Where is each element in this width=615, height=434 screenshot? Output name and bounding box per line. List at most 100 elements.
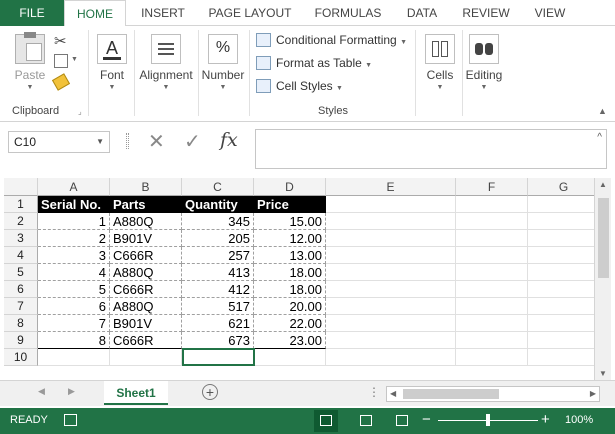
cell[interactable]	[528, 247, 594, 264]
cell[interactable]	[456, 213, 528, 230]
cell[interactable]	[326, 298, 456, 315]
column-header[interactable]: A	[38, 178, 110, 196]
dialog-launcher-icon[interactable]: ⌟	[78, 107, 82, 116]
paste-button[interactable]: Paste ▼	[10, 32, 50, 91]
cell[interactable]	[456, 247, 528, 264]
scroll-up-icon[interactable]: ▲	[599, 180, 607, 189]
table-cell[interactable]: A880Q	[110, 298, 182, 315]
cell[interactable]	[456, 230, 528, 247]
table-cell[interactable]: A880Q	[110, 264, 182, 281]
table-cell[interactable]: 5	[38, 281, 110, 298]
table-header-cell[interactable]: Parts	[110, 196, 182, 213]
zoom-slider-thumb[interactable]	[486, 414, 490, 426]
cell[interactable]	[528, 349, 594, 366]
table-cell[interactable]: 205	[182, 230, 254, 247]
formula-input[interactable]: ^	[255, 129, 607, 169]
cell[interactable]	[326, 315, 456, 332]
cell[interactable]	[326, 281, 456, 298]
scroll-right-icon[interactable]: ▶	[590, 389, 596, 398]
column-header[interactable]: E	[326, 178, 456, 196]
row-header[interactable]: 1	[4, 196, 38, 213]
tab-split-handle[interactable]: ⋮	[368, 385, 380, 399]
tab-review[interactable]: REVIEW	[452, 0, 520, 26]
table-cell[interactable]: 345	[182, 213, 254, 230]
scroll-down-icon[interactable]: ▼	[599, 369, 607, 378]
cells-button[interactable]: Cells ▼	[420, 34, 460, 91]
tab-file[interactable]: FILE	[0, 0, 64, 26]
cell[interactable]	[456, 332, 528, 349]
table-cell[interactable]: 4	[38, 264, 110, 281]
page-break-view-icon[interactable]	[396, 415, 408, 426]
table-cell[interactable]: 257	[182, 247, 254, 264]
tab-formulas[interactable]: FORMULAS	[304, 0, 392, 26]
cell[interactable]	[326, 349, 456, 366]
cell[interactable]	[254, 349, 326, 366]
tab-data[interactable]: DATA	[396, 0, 448, 26]
format-as-table-button[interactable]: Format as Table ▼	[256, 53, 372, 73]
row-header[interactable]: 10	[4, 349, 38, 366]
add-sheet-icon[interactable]: +	[202, 384, 218, 400]
cell[interactable]	[528, 213, 594, 230]
row-header[interactable]: 3	[4, 230, 38, 247]
cell[interactable]	[456, 196, 528, 213]
cell[interactable]	[456, 264, 528, 281]
table-cell[interactable]: 1	[38, 213, 110, 230]
table-cell[interactable]: 673	[182, 332, 254, 349]
table-cell[interactable]: 6	[38, 298, 110, 315]
next-sheet-icon[interactable]: ▶	[68, 386, 75, 397]
row-header[interactable]: 8	[4, 315, 38, 332]
cut-icon[interactable]: ✂	[54, 32, 67, 50]
cell[interactable]	[528, 230, 594, 247]
row-header[interactable]: 5	[4, 264, 38, 281]
zoom-slider[interactable]	[438, 414, 538, 426]
cell[interactable]	[326, 247, 456, 264]
normal-view-icon[interactable]	[314, 410, 338, 432]
horizontal-scrollbar[interactable]: ◀ ▶	[386, 386, 600, 402]
table-cell[interactable]: 412	[182, 281, 254, 298]
cell[interactable]	[326, 264, 456, 281]
table-cell[interactable]: C666R	[110, 281, 182, 298]
page-layout-view-icon[interactable]	[360, 415, 372, 426]
cell[interactable]	[528, 298, 594, 315]
table-cell[interactable]: 413	[182, 264, 254, 281]
cell[interactable]	[110, 349, 182, 366]
sheet-tab-sheet1[interactable]: Sheet1	[104, 381, 168, 405]
cell[interactable]	[528, 332, 594, 349]
number-button[interactable]: % Number ▼	[200, 34, 246, 91]
copy-dropdown-icon[interactable]: ▼	[71, 56, 78, 63]
table-cell[interactable]: 13.00	[254, 247, 326, 264]
tab-insert[interactable]: INSERT	[128, 0, 198, 26]
horizontal-scroll-thumb[interactable]	[403, 389, 499, 399]
table-cell[interactable]: 2	[38, 230, 110, 247]
table-cell[interactable]: 12.00	[254, 230, 326, 247]
cell[interactable]	[528, 281, 594, 298]
cell[interactable]	[456, 298, 528, 315]
table-cell[interactable]: 7	[38, 315, 110, 332]
row-header[interactable]: 6	[4, 281, 38, 298]
row-header[interactable]: 4	[4, 247, 38, 264]
zoom-in-icon[interactable]: +	[541, 411, 550, 428]
name-box[interactable]: C10 ▼	[8, 131, 110, 153]
table-cell[interactable]: 20.00	[254, 298, 326, 315]
cell-styles-button[interactable]: Cell Styles ▼	[256, 76, 343, 96]
zoom-out-icon[interactable]: −	[422, 411, 431, 428]
column-header[interactable]: C	[182, 178, 254, 196]
table-cell[interactable]: 15.00	[254, 213, 326, 230]
copy-icon[interactable]	[54, 54, 68, 68]
cell[interactable]	[326, 196, 456, 213]
cell[interactable]	[326, 230, 456, 247]
cell[interactable]	[528, 264, 594, 281]
prev-sheet-icon[interactable]: ◀	[38, 386, 45, 397]
cancel-icon[interactable]: ✕	[148, 129, 165, 154]
collapse-formula-icon[interactable]: ^	[597, 132, 602, 143]
scroll-left-icon[interactable]: ◀	[390, 389, 396, 398]
cell[interactable]	[326, 213, 456, 230]
font-button[interactable]: A Font ▼	[94, 34, 130, 91]
cell[interactable]	[456, 349, 528, 366]
macro-record-icon[interactable]	[64, 414, 77, 426]
enter-icon[interactable]: ✓	[184, 129, 201, 154]
alignment-button[interactable]: Alignment ▼	[136, 34, 196, 91]
table-cell[interactable]: 23.00	[254, 332, 326, 349]
cell[interactable]	[528, 315, 594, 332]
cell[interactable]	[456, 281, 528, 298]
